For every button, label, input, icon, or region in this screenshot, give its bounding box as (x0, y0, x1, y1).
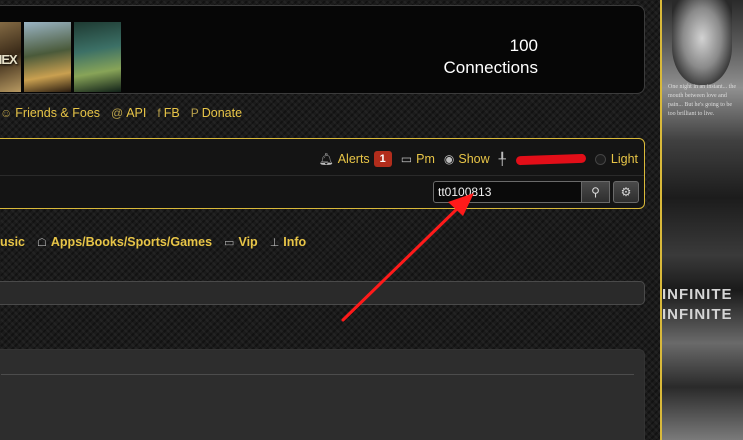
light-label: Light (610, 152, 638, 166)
show-label: Show (458, 152, 490, 166)
at-icon: @ (111, 106, 124, 120)
search-input[interactable] (433, 181, 582, 203)
poster-title-line-1: INFINITE (662, 286, 733, 303)
connections-label: Connections (443, 58, 538, 77)
apps-label: Apps/Books/Sports/Games (50, 235, 213, 249)
bell-icon: 🔔︎ (318, 152, 334, 166)
announcement-bar (0, 281, 645, 305)
paypal-icon: P (190, 106, 199, 120)
light-theme-toggle[interactable]: Light (594, 152, 638, 166)
actor-portrait (672, 0, 732, 85)
poster-title: INFINITE INFINITE (662, 285, 743, 325)
nav-item-music[interactable]: usic (0, 235, 25, 249)
eye-icon: ◉ (443, 152, 455, 166)
movie-poster-3[interactable] (74, 22, 121, 92)
folder-icon: ▭ (224, 236, 235, 249)
pm-button[interactable]: ▭ Pm (401, 152, 435, 166)
movie-poster-2[interactable] (24, 22, 71, 92)
show-button[interactable]: ◉ Show (444, 152, 490, 166)
header-panel: HEX 100 Connections (0, 5, 645, 94)
fb-label: FB (163, 106, 180, 120)
alerts-label: Alerts (337, 152, 370, 166)
pin-icon: ⊥ (269, 236, 280, 249)
nav-item-vip[interactable]: ▭ Vip (224, 235, 258, 249)
smiley-icon: ☺ (0, 106, 13, 120)
pm-label: Pm (416, 152, 435, 166)
music-label: usic (0, 235, 26, 249)
vip-label: Vip (238, 235, 258, 249)
user-menu: 🔔︎ Alerts 1 ▭ Pm ◉ Show ╀ Light (309, 151, 638, 167)
search-settings-button[interactable]: ⚙ (613, 181, 639, 203)
inbox-icon: ▭ (400, 152, 413, 166)
donate-label: Donate (201, 106, 243, 120)
api-link[interactable]: @ API (111, 106, 146, 120)
poster-1-label: HEX (0, 52, 18, 67)
connections-count: 100 (509, 36, 538, 55)
nav-item-info[interactable]: ⊥ Info (270, 235, 307, 249)
movie-poster-1[interactable]: HEX (0, 22, 21, 92)
poster-tagline: One night in an instant... the mouth bet… (668, 84, 736, 117)
toolbar-divider (0, 175, 644, 176)
connections-counter: 100 Connections (388, 35, 538, 79)
alerts-button[interactable]: 🔔︎ Alerts 1 (318, 151, 392, 167)
user-profile-link[interactable]: ╀ (498, 152, 587, 166)
redacted-username (515, 153, 587, 165)
search-bar: ⚲ ⚙ (433, 181, 639, 203)
user-toolbar: 🔔︎ Alerts 1 ▭ Pm ◉ Show ╀ Light ⚲ ⚙ (0, 138, 645, 209)
nav-item-apps[interactable]: ☖ Apps/Books/Sports/Games (37, 235, 212, 249)
alerts-count-badge: 1 (373, 151, 392, 167)
content-panel (0, 349, 645, 440)
poster-title-line-2: INFINITE (662, 306, 733, 323)
android-icon: ☖ (37, 236, 47, 249)
category-nav: usic ☖ Apps/Books/Sports/Games ▭ Vip ⊥ I… (0, 234, 318, 250)
friends-foes-link[interactable]: ☺ Friends & Foes (0, 106, 100, 120)
info-label: Info (283, 235, 307, 249)
search-icon: ⚲ (591, 185, 600, 199)
donate-link[interactable]: P Donate (191, 106, 242, 120)
search-button[interactable]: ⚲ (582, 181, 610, 203)
friends-foes-label: Friends & Foes (15, 106, 101, 120)
user-icon: ╀ (498, 152, 506, 166)
content-divider (1, 374, 634, 375)
gear-icon: ⚙ (620, 185, 632, 199)
facebook-icon: f (157, 106, 161, 120)
side-movie-poster: One night in an instant... the mouth bet… (660, 0, 743, 440)
circle-icon (594, 153, 606, 165)
header-links: ☺ Friends & Foes @ API f FB P Donate (0, 104, 253, 122)
fb-link[interactable]: f FB (157, 106, 179, 120)
api-label: API (126, 106, 147, 120)
